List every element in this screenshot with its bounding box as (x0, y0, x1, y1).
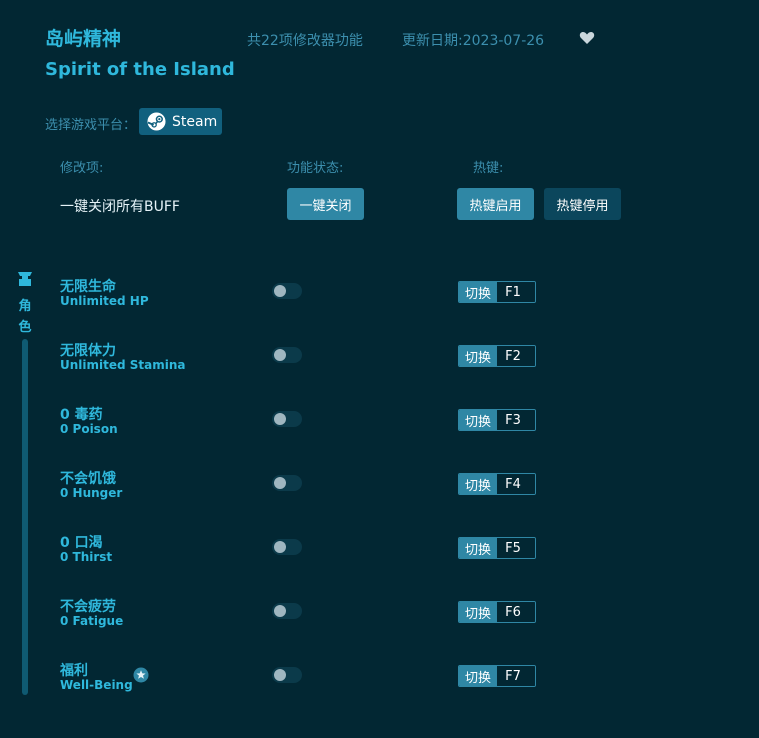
update-date: 更新日期:2023-07-26 (402, 33, 545, 49)
cheat-toggle[interactable] (272, 667, 302, 683)
cheat-toggle[interactable] (272, 347, 302, 363)
cheat-name-en: 0 Fatigue (60, 614, 124, 628)
hotkey-action-label: 切换 (459, 410, 497, 430)
hotkey-switch-button[interactable]: 切换 F3 (458, 409, 536, 431)
hotkey-switch-button[interactable]: 切换 F6 (458, 601, 536, 623)
steam-icon (147, 112, 166, 131)
hotkey-action-label: 切换 (459, 602, 497, 622)
character-category-icon (18, 272, 32, 286)
cheat-name-cn: 不会疲劳 (60, 599, 116, 615)
hotkey-action-label: 切换 (459, 538, 497, 558)
cheat-toggle[interactable] (272, 539, 302, 555)
close-all-button[interactable]: 一键关闭 (287, 188, 364, 220)
toggle-knob (274, 349, 286, 361)
star-badge-icon (133, 667, 149, 683)
column-status: 功能状态: (287, 161, 344, 176)
hotkey-key: F1 (497, 282, 535, 302)
cheat-toggle[interactable] (272, 475, 302, 491)
hotkey-key: F6 (497, 602, 535, 622)
cheat-name-en: 0 Poison (60, 422, 118, 436)
toggle-knob (274, 541, 286, 553)
hotkey-key: F3 (497, 410, 535, 430)
game-title-cn: 岛屿精神 (45, 28, 122, 50)
hotkey-switch-button[interactable]: 切换 F2 (458, 345, 536, 367)
cheat-name-cn: 0 毒药 (60, 407, 103, 423)
category-scrollbar[interactable] (22, 339, 28, 695)
toggle-knob (274, 477, 286, 489)
platform-label: 选择游戏平台： (45, 118, 137, 133)
hotkey-switch-button[interactable]: 切换 F7 (458, 665, 536, 687)
category-character-tab[interactable]: 角色 (17, 296, 33, 338)
cheat-name-cn: 无限生命 (60, 279, 116, 295)
hotkey-action-label: 切换 (459, 346, 497, 366)
feature-count: 共22项修改器功能 (247, 33, 363, 49)
toggle-knob (274, 413, 286, 425)
hotkey-action-label: 切换 (459, 474, 497, 494)
hotkey-disable-button[interactable]: 热键停用 (544, 188, 621, 220)
steam-label: Steam (172, 113, 218, 130)
hotkey-key: F4 (497, 474, 535, 494)
hotkey-switch-button[interactable]: 切换 F1 (458, 281, 536, 303)
cheat-toggle[interactable] (272, 603, 302, 619)
cheat-name-cn: 0 口渴 (60, 535, 103, 551)
toggle-knob (274, 285, 286, 297)
hotkey-switch-button[interactable]: 切换 F4 (458, 473, 536, 495)
column-modifier: 修改项: (60, 161, 104, 176)
toggle-knob (274, 605, 286, 617)
hotkey-action-label: 切换 (459, 666, 497, 686)
cheat-name-en: 0 Hunger (60, 486, 123, 500)
hotkey-key: F5 (497, 538, 535, 558)
hotkey-key: F7 (497, 666, 535, 686)
cheat-name-en: 0 Thirst (60, 550, 113, 564)
column-hotkey: 热键: (473, 161, 504, 176)
cheat-name-cn: 福利 (60, 663, 88, 679)
hotkey-switch-button[interactable]: 切换 F5 (458, 537, 536, 559)
hotkey-key: F2 (497, 346, 535, 366)
cheat-name-en: Unlimited Stamina (60, 358, 186, 372)
close-all-buff-label: 一键关闭所有BUFF (60, 199, 180, 215)
cheat-name-cn: 无限体力 (60, 343, 116, 359)
cheat-name-en: Well-Being (60, 678, 133, 692)
toggle-knob (274, 669, 286, 681)
game-title-en: Spirit of the Island (45, 59, 235, 80)
cheat-toggle[interactable] (272, 411, 302, 427)
cheat-toggle[interactable] (272, 283, 302, 299)
hotkey-action-label: 切换 (459, 282, 497, 302)
heart-icon[interactable] (579, 30, 595, 46)
cheat-name-cn: 不会饥饿 (60, 471, 116, 487)
cheat-name-en: Unlimited HP (60, 294, 149, 308)
hotkey-enable-button[interactable]: 热键启用 (457, 188, 534, 220)
steam-platform-button[interactable]: Steam (139, 108, 222, 135)
